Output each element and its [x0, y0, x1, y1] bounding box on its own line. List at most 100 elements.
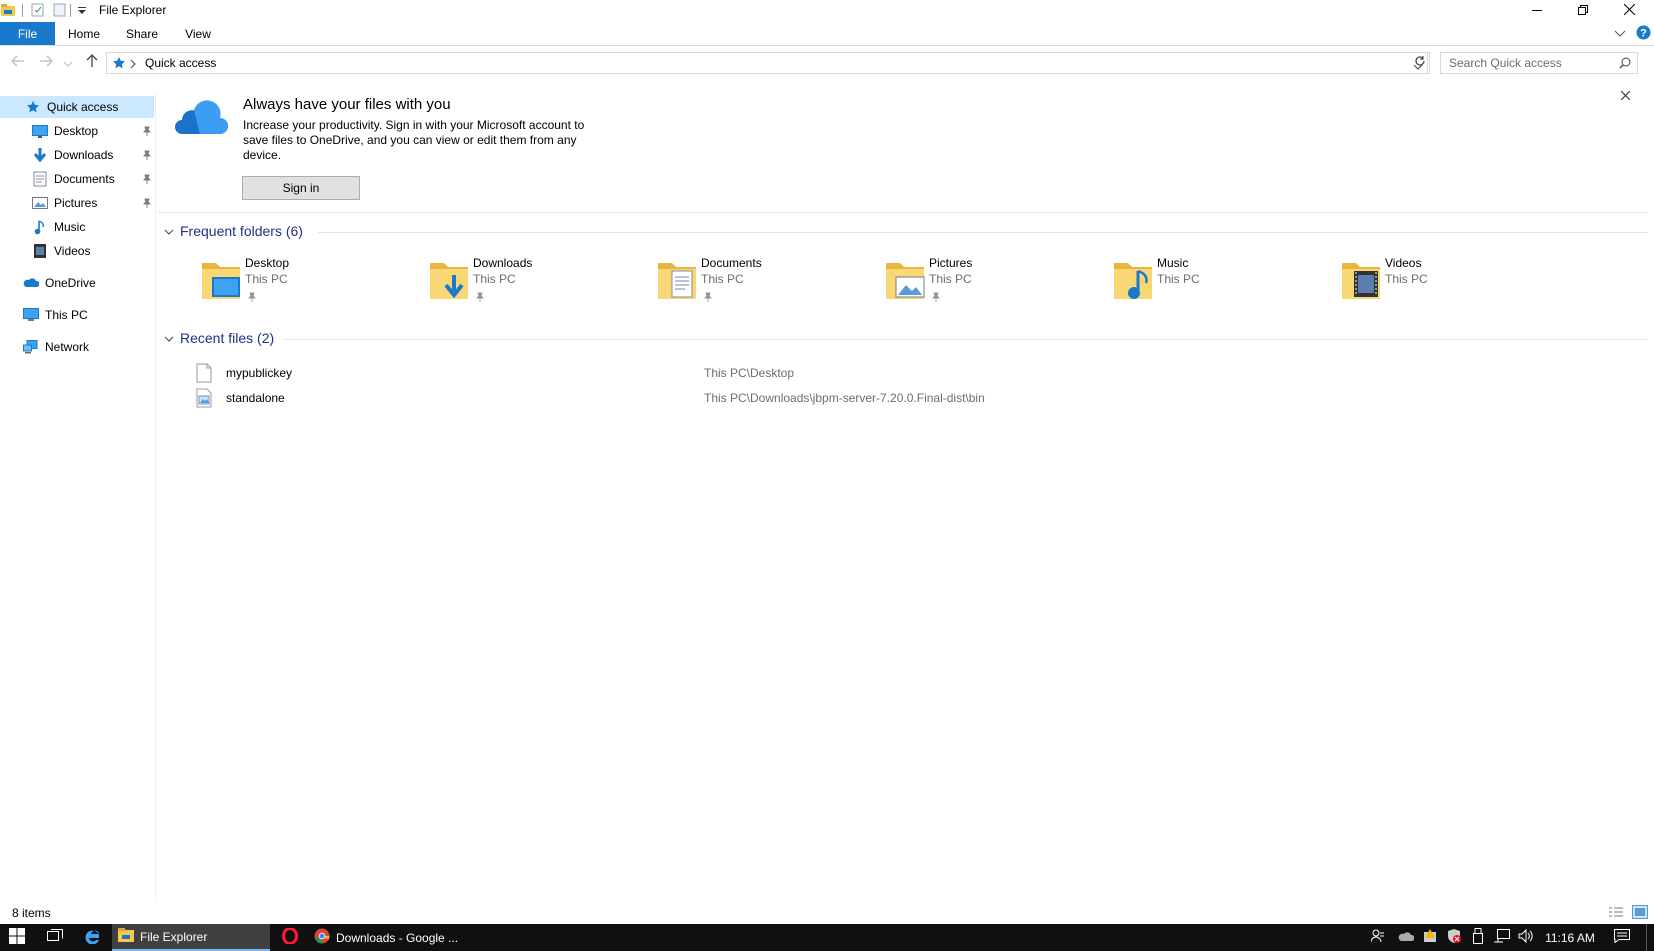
nav-videos[interactable]: Videos: [0, 240, 156, 262]
banner-line: device.: [243, 148, 282, 162]
expand-ribbon-icon[interactable]: [1614, 26, 1626, 44]
details-view-icon[interactable]: [1608, 906, 1624, 921]
folder-tile[interactable]: Music This PC: [1112, 256, 1332, 308]
taskbar-file-explorer[interactable]: File Explorer: [112, 924, 270, 951]
recent-locations-button[interactable]: [62, 54, 74, 72]
refresh-button[interactable]: [1410, 52, 1430, 74]
status-bar: 8 items: [0, 902, 1654, 924]
frequent-folders-header[interactable]: Frequent folders (6): [164, 223, 303, 239]
nav-network[interactable]: Network: [0, 336, 156, 358]
customize-toolbar-icon[interactable]: [74, 2, 90, 18]
warning-tray-button[interactable]: [1420, 924, 1440, 951]
sign-in-button[interactable]: Sign in: [242, 176, 360, 200]
banner-line: Increase your productivity. Sign in with…: [243, 118, 585, 132]
usb-tray-button[interactable]: [1468, 924, 1488, 951]
desktop-icon: [31, 123, 49, 139]
pin-icon[interactable]: [703, 289, 713, 307]
forward-arrow-icon: [39, 54, 53, 72]
tab-view[interactable]: View: [174, 22, 222, 45]
pin-icon[interactable]: [475, 289, 485, 307]
edge-button[interactable]: [76, 924, 110, 951]
up-button[interactable]: [82, 53, 102, 72]
nav-label: Downloads: [54, 148, 114, 162]
close-button[interactable]: [1606, 0, 1652, 22]
folder-tile[interactable]: Desktop This PC: [200, 256, 420, 308]
window-title: File Explorer: [99, 3, 167, 17]
section-title: Recent files (2): [180, 330, 275, 346]
folder-tile[interactable]: Videos This PC: [1340, 256, 1560, 308]
nav-label: This PC: [45, 308, 88, 322]
recent-file-row[interactable]: standalone This PC\Downloads\jbpm-server…: [190, 387, 1090, 409]
back-button[interactable]: [8, 54, 28, 72]
folder-location: This PC: [245, 272, 288, 286]
onedrive-tray-button[interactable]: [1396, 924, 1416, 951]
refresh-icon: [1414, 54, 1426, 72]
speaker-icon: [1518, 928, 1534, 946]
pin-icon[interactable]: [142, 197, 152, 211]
network-icon: [1494, 929, 1510, 946]
breadcrumb-separator-icon[interactable]: [129, 57, 137, 75]
nav-downloads[interactable]: Downloads: [0, 144, 156, 166]
tab-file[interactable]: File: [0, 22, 55, 45]
volume-tray-button[interactable]: [1516, 924, 1536, 951]
search-icon[interactable]: [1619, 57, 1631, 72]
nav-pictures[interactable]: Pictures: [0, 192, 156, 214]
task-view-button[interactable]: [38, 924, 72, 951]
taskbar-chrome[interactable]: Downloads - Google ...: [308, 924, 468, 951]
address-bar[interactable]: Quick access: [106, 52, 1428, 74]
pictures-folder-icon: [884, 257, 926, 306]
onedrive-icon: [22, 275, 40, 291]
new-folder-icon[interactable]: [52, 2, 68, 18]
folder-tile[interactable]: Downloads This PC: [428, 256, 648, 308]
nav-label: Pictures: [54, 196, 98, 210]
banner-title: Always have your files with you: [243, 96, 451, 113]
documents-icon: [31, 171, 49, 187]
nav-onedrive[interactable]: OneDrive: [0, 272, 156, 294]
nav-music[interactable]: Music: [0, 216, 156, 238]
nav-label: Quick access: [47, 100, 119, 114]
tab-share[interactable]: Share: [118, 22, 166, 45]
nav-this-pc[interactable]: This PC: [0, 304, 156, 326]
folder-name: Desktop: [245, 256, 290, 270]
nav-label: Music: [54, 220, 86, 234]
videos-folder-icon: [1340, 257, 1382, 306]
pin-icon[interactable]: [142, 125, 152, 139]
clock[interactable]: 11:16 AM: [1540, 924, 1600, 951]
start-button[interactable]: [0, 924, 34, 951]
folder-location: This PC: [1385, 272, 1428, 286]
pin-icon[interactable]: [142, 173, 152, 187]
tab-home[interactable]: Home: [60, 22, 108, 45]
pin-icon[interactable]: [931, 289, 941, 307]
file-name: mypublickey: [226, 366, 293, 380]
recent-files-header[interactable]: Recent files (2): [164, 330, 274, 346]
address-row: Quick access Search Quick access: [0, 49, 1654, 77]
restore-button[interactable]: [1560, 0, 1606, 22]
pin-icon[interactable]: [142, 149, 152, 163]
file-icon: [196, 363, 212, 386]
breadcrumb-quick-access[interactable]: Quick access: [145, 56, 216, 70]
recent-file-row[interactable]: mypublickey This PC\Desktop: [190, 362, 1090, 384]
tiles-view-icon[interactable]: [1632, 905, 1648, 922]
folder-tile[interactable]: Documents This PC: [656, 256, 876, 308]
nav-documents[interactable]: Documents: [0, 168, 156, 190]
properties-icon[interactable]: [30, 2, 46, 18]
action-center-button[interactable]: [1608, 924, 1636, 951]
nav-quick-access[interactable]: Quick access: [0, 96, 154, 118]
show-desktop-button[interactable]: [1646, 924, 1654, 951]
folder-tile[interactable]: Pictures This PC: [884, 256, 1104, 308]
section-title: Frequent folders (6): [180, 223, 303, 239]
taskbar-app-label: File Explorer: [140, 929, 208, 944]
dismiss-banner-button[interactable]: [1617, 88, 1633, 104]
search-input[interactable]: Search Quick access: [1440, 52, 1638, 74]
opera-button[interactable]: [276, 924, 304, 951]
pin-icon[interactable]: [247, 289, 257, 307]
nav-desktop[interactable]: Desktop: [0, 120, 156, 142]
minimize-button[interactable]: [1514, 0, 1560, 22]
security-tray-button[interactable]: [1444, 924, 1464, 951]
warning-icon: [1423, 929, 1437, 946]
people-button[interactable]: [1368, 924, 1388, 951]
network-tray-button[interactable]: [1492, 924, 1512, 951]
help-icon[interactable]: ?: [1636, 25, 1651, 45]
task-view-icon: [47, 929, 63, 946]
forward-button[interactable]: [36, 54, 56, 72]
